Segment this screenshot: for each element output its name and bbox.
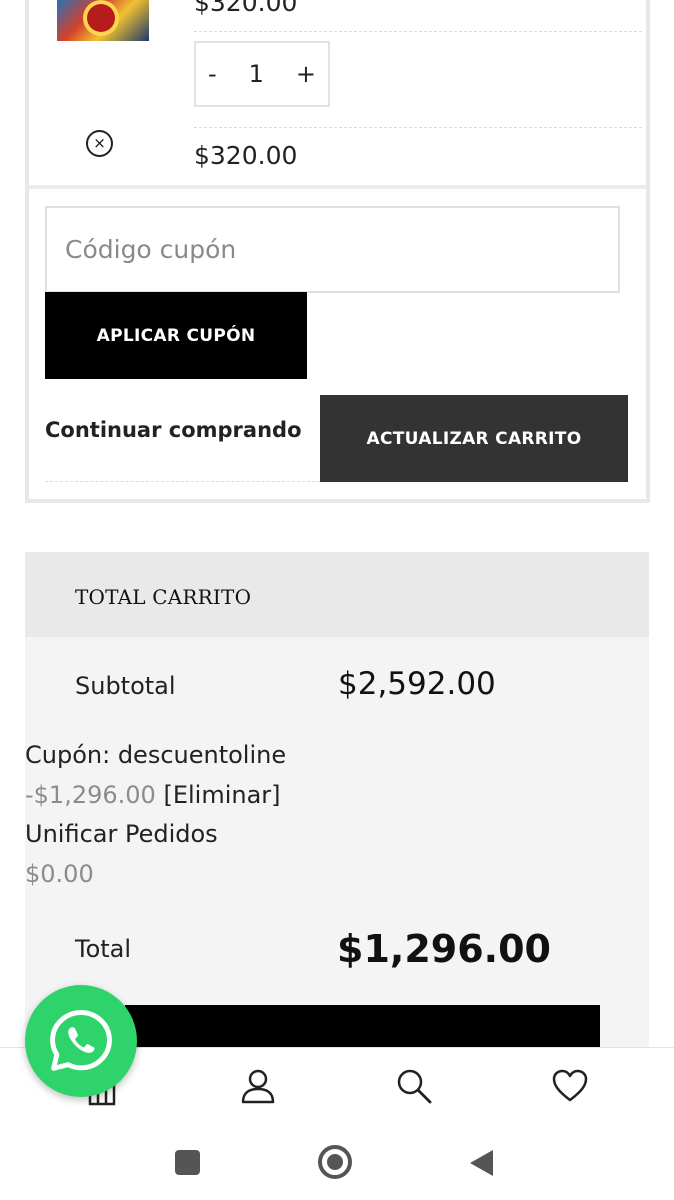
whatsapp-icon	[50, 1010, 112, 1071]
home-icon[interactable]	[318, 1145, 352, 1179]
quantity-stepper[interactable]: - 1 +	[194, 41, 330, 107]
coupon-code-input[interactable]	[45, 206, 620, 293]
row-divider	[194, 31, 642, 32]
total-label: Total	[75, 935, 132, 963]
continue-shopping-link[interactable]: Continuar comprando	[45, 418, 302, 442]
cart-totals-title: TOTAL CARRITO	[75, 585, 252, 609]
product-price: $320.00	[194, 0, 298, 17]
search-icon[interactable]	[394, 1066, 434, 1106]
recent-apps-icon[interactable]	[175, 1150, 200, 1175]
coupon-label: Cupón: descuentoline	[25, 741, 287, 769]
checkout-button[interactable]	[125, 1005, 600, 1050]
apply-coupon-button[interactable]: APLICAR CUPÓN	[45, 292, 307, 379]
row-divider	[194, 127, 642, 128]
row-divider	[45, 481, 320, 482]
unify-orders-label: Unificar Pedidos	[25, 820, 218, 848]
remove-coupon-link[interactable]: [Eliminar]	[163, 781, 280, 809]
total-value: $1,296.00	[337, 927, 551, 971]
remove-item-icon[interactable]: ×	[86, 130, 113, 157]
unify-orders-amount: $0.00	[25, 860, 94, 888]
quantity-increase-button[interactable]: +	[296, 60, 316, 88]
subtotal-value: $2,592.00	[338, 666, 496, 702]
system-navigation-bar	[0, 1122, 674, 1200]
whatsapp-button[interactable]	[25, 985, 137, 1097]
quantity-decrease-button[interactable]: -	[208, 60, 217, 88]
section-divider	[29, 185, 646, 189]
cart-totals-header: TOTAL CARRITO	[25, 552, 649, 637]
quantity-value[interactable]: 1	[249, 60, 264, 88]
product-thumbnail[interactable]	[57, 0, 149, 41]
product-subtotal: $320.00	[194, 141, 298, 170]
subtotal-label: Subtotal	[75, 672, 176, 700]
account-icon[interactable]	[238, 1066, 278, 1106]
discount-line: -$1,296.00 [Eliminar]	[25, 781, 281, 809]
cart-totals: TOTAL CARRITO Subtotal $2,592.00 Cupón: …	[25, 552, 649, 1052]
update-cart-button[interactable]: ACTUALIZAR CARRITO	[320, 395, 628, 482]
back-icon[interactable]	[470, 1150, 493, 1176]
discount-amount: -$1,296.00	[25, 781, 156, 809]
wishlist-icon[interactable]	[550, 1066, 590, 1106]
